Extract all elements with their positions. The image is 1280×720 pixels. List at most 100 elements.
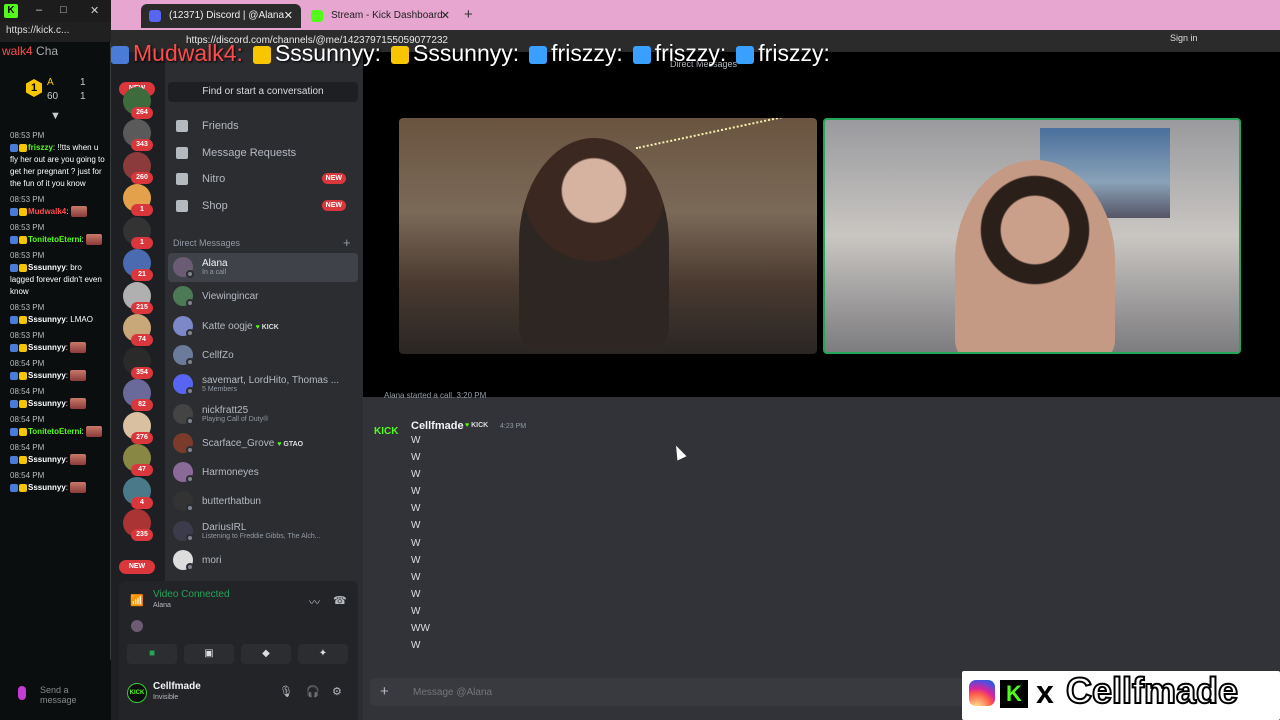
dm-item[interactable]: Viewingincar — [168, 282, 358, 311]
dm-item[interactable]: DariusIRL Listening to Freddie Gibbs, The… — [168, 517, 358, 546]
dm-item[interactable]: Katte oogje ♥ KICK — [168, 312, 358, 341]
user-avatar[interactable]: KICK — [127, 683, 147, 703]
dm-name-text: butterthatbun — [202, 496, 261, 508]
status-dot-icon — [186, 299, 194, 308]
video-tile-cellfmade[interactable] — [823, 118, 1241, 354]
new-badge: NEW — [119, 560, 155, 574]
maximize-icon[interactable]: □ — [60, 4, 67, 16]
kick-url[interactable]: https://kick.c... — [0, 22, 111, 42]
dm-name-text: CellfZo — [202, 349, 234, 361]
gear-icon[interactable]: ⚙ — [332, 685, 342, 698]
message-line: W — [411, 571, 421, 583]
message-timestamp: 4:23 PM — [500, 423, 527, 430]
message-content: W W W W W W W W W W W WW W — [411, 434, 611, 656]
badge-icon — [391, 45, 410, 64]
chat-text: : — [66, 207, 69, 216]
message-line: W — [411, 640, 421, 652]
dm-activity: 5 Members — [202, 386, 238, 394]
mention-badge: 276 — [131, 431, 153, 444]
badge-icon — [111, 45, 129, 64]
nitro-icon — [176, 173, 188, 185]
chat-username[interactable]: Sssunnyy — [28, 483, 66, 492]
nav-label: Shop — [202, 200, 228, 212]
new-tab-button[interactable]: + — [464, 6, 473, 23]
attach-button[interactable]: + — [380, 683, 389, 700]
dm-item[interactable]: mori — [168, 546, 358, 575]
kick-header-fragment: walk4 — [2, 44, 33, 58]
dm-activity: In a call — [202, 269, 227, 276]
dm-name-text: Harmoneyes — [202, 467, 259, 479]
mic-icon[interactable] — [18, 686, 26, 700]
chat-timestamp: 08:54 PM — [10, 387, 45, 396]
tab-close-icon[interactable]: ✕ — [284, 9, 293, 22]
kick-chat-message: 08:53 PM Mudwalk4: — [10, 194, 106, 218]
headset-icon[interactable]: 🎧 — [306, 685, 320, 698]
chat-username[interactable]: Mudwalk4 — [28, 207, 66, 216]
chat-filter-icon[interactable]: ▼ — [50, 110, 61, 122]
user-name[interactable]: Cellfmade — [153, 681, 201, 692]
activity-button[interactable]: ◆ — [241, 644, 291, 664]
dm-item[interactable]: Alana In a call — [168, 253, 358, 282]
mention-badge: 215 — [131, 301, 153, 314]
mic-icon[interactable]: 🎙 — [279, 685, 293, 698]
dm-item[interactable]: CellfZo — [168, 341, 358, 370]
new-badge: NEW — [321, 200, 346, 211]
mention-badge: 74 — [131, 334, 153, 346]
video-tile-alana[interactable] — [399, 118, 817, 354]
crown-icon — [19, 427, 27, 436]
message-input[interactable] — [411, 686, 911, 699]
leaderboard-count-1: 1 — [80, 77, 86, 88]
tab-close-icon[interactable]: ✕ — [441, 9, 450, 22]
dm-name: Scarface_Grove ♥ GTAO — [202, 438, 303, 449]
mention-badge: 343 — [131, 139, 153, 151]
chat-username[interactable]: TonitetoEterni — [28, 427, 82, 436]
message-line: W — [411, 588, 421, 600]
chat-username[interactable]: Sssunnyy — [28, 343, 66, 352]
soundboard-button[interactable]: ✦ — [298, 644, 348, 664]
dm-item[interactable]: Scarface_Grove ♥ GTAO — [168, 429, 358, 458]
voice-status[interactable]: Video Connected — [153, 589, 230, 600]
mention-badge: 82 — [131, 399, 153, 411]
badge-icon — [10, 427, 18, 436]
chat-username[interactable]: Sssunnyy — [28, 455, 66, 464]
chat-username[interactable]: Sssunnyy — [28, 315, 66, 324]
disconnect-icon[interactable]: ☎ — [333, 594, 347, 607]
dm-search-button[interactable]: Find or start a conversation — [168, 82, 358, 102]
kick-chat-input[interactable]: Send a message — [40, 685, 80, 705]
mention-badge: 264 — [131, 106, 153, 119]
chat-username[interactable]: Sssunnyy — [28, 263, 66, 272]
noise-suppression-icon[interactable]: 〰 — [309, 594, 320, 610]
kick-chat-message: 08:54 PM Sssunnyy: — [10, 358, 106, 382]
nav-message-requests[interactable]: Message Requests — [168, 140, 358, 166]
dm-item[interactable]: nickfratt25 Playing Call of Duty® — [168, 400, 358, 429]
screenshare-button[interactable]: ▣ — [184, 644, 234, 664]
camera-button[interactable]: ■ — [127, 644, 177, 664]
user-status: Invisible — [153, 694, 179, 701]
emote-icon — [70, 206, 87, 218]
dm-item[interactable]: Harmoneyes — [168, 458, 358, 487]
tab-kick-dashboard[interactable]: Stream - Kick Dashboard ✕ — [303, 4, 458, 28]
crown-icon — [19, 315, 27, 324]
chat-username[interactable]: Sssunnyy — [28, 399, 66, 408]
chat-username[interactable]: TonitetoEterni — [28, 235, 82, 244]
kick-icon — [311, 10, 323, 22]
dm-item[interactable]: savemart, LordHito, Thomas ... 5 Members — [168, 370, 358, 399]
nav-shop[interactable]: Shop NEW — [168, 193, 358, 219]
chat-username[interactable]: Sssunnyy — [28, 371, 66, 380]
create-dm-button[interactable]: + — [343, 235, 351, 250]
minimize-icon[interactable]: – — [36, 4, 42, 16]
chat-text: : — [81, 235, 84, 244]
mention-badge: 47 — [131, 464, 153, 476]
message-author[interactable]: Cellfmade — [411, 420, 464, 432]
nav-friends[interactable]: Friends — [168, 113, 358, 139]
close-icon[interactable]: ✕ — [90, 4, 99, 17]
tab-discord[interactable]: (12371) Discord | @Alana ✕ — [141, 4, 301, 28]
message-avatar[interactable]: KICK — [374, 426, 402, 440]
chat-username[interactable]: friszzy — [28, 143, 53, 152]
dm-name: savemart, LordHito, Thomas ... — [202, 375, 339, 386]
dm-item[interactable]: butterthatbun — [168, 487, 358, 516]
dm-name-text: mori — [202, 555, 222, 566]
nav-nitro[interactable]: Nitro NEW — [168, 166, 358, 192]
signal-icon[interactable]: 📶 — [130, 594, 144, 607]
badge-icon — [736, 45, 755, 64]
